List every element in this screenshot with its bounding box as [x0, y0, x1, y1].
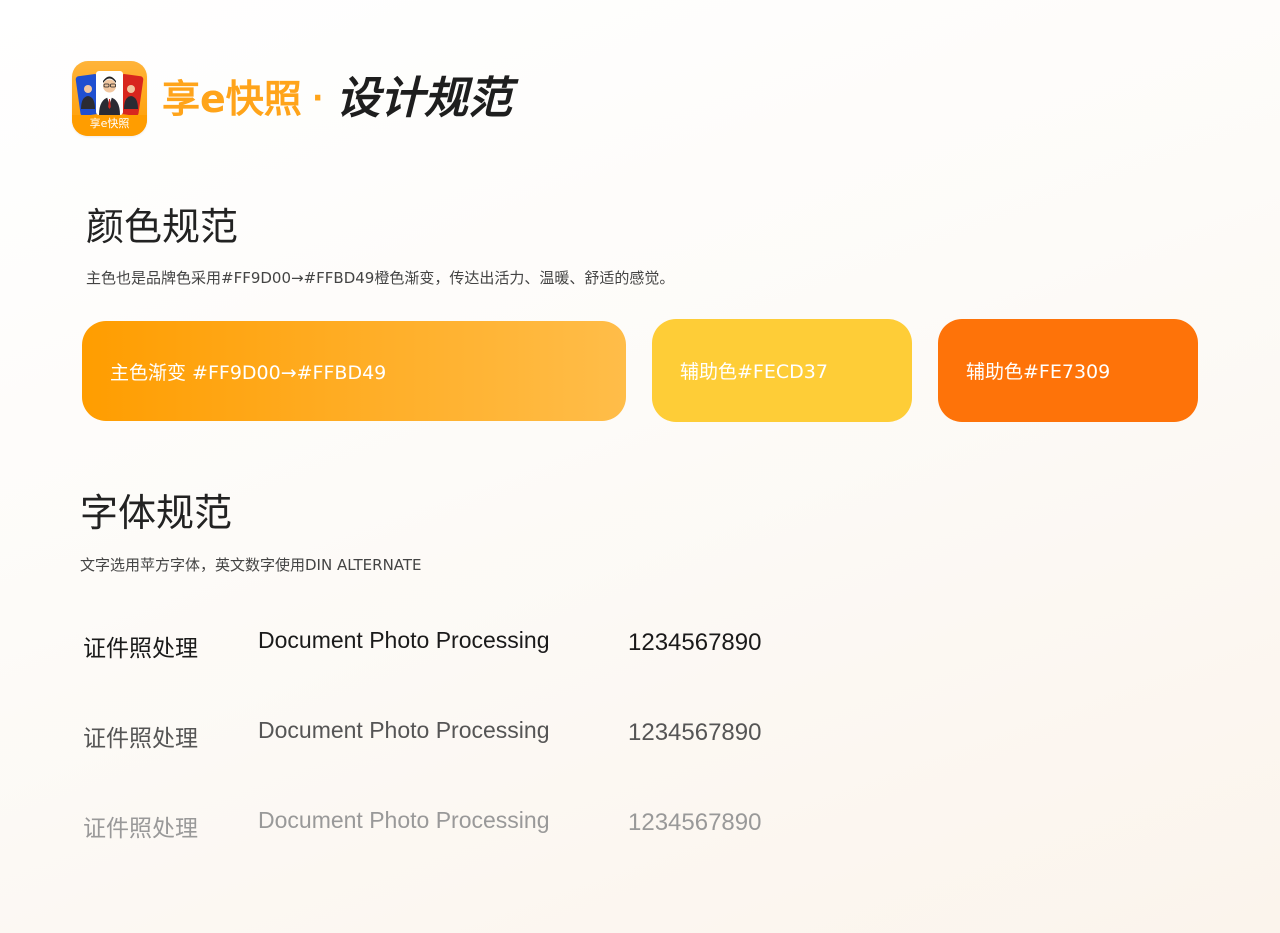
font-sample-cn: 证件照处理 — [83, 726, 198, 752]
swatch-secondary-yellow: 辅助色#FECD37 — [652, 319, 912, 422]
color-section-heading: 颜色规范 — [86, 205, 239, 249]
font-sample-num: 1234567890 — [628, 629, 762, 656]
color-section-description: 主色也是品牌色采用#FF9D00→#FFBD49橙色渐变，传达出活力、温暖、舒适… — [86, 269, 675, 287]
app-icon-label: 享e快照 — [89, 117, 130, 130]
font-sample-num: 1234567890 — [628, 809, 762, 836]
swatch-primary-label: 主色渐变 #FF9D00→#FFBD49 — [110, 361, 387, 384]
swatch-secondary-orange: 辅助色#FE7309 — [938, 319, 1198, 422]
app-icon: 享e快照 — [72, 61, 147, 136]
font-section-heading: 字体规范 — [80, 491, 233, 535]
font-sample-num: 1234567890 — [628, 719, 762, 746]
font-sample-en: Document Photo Processing — [258, 627, 550, 653]
page-title: 设计规范 — [336, 73, 512, 124]
swatch-primary-gradient: 主色渐变 #FF9D00→#FFBD49 — [82, 321, 626, 421]
font-sample-en: Document Photo Processing — [258, 717, 550, 743]
font-sample-cn: 证件照处理 — [83, 636, 198, 662]
swatch-orange-label: 辅助色#FE7309 — [966, 361, 1111, 383]
font-sample-cn: 证件照处理 — [83, 816, 198, 842]
brand-separator: · — [312, 81, 324, 116]
brand-name: 享e快照 — [162, 77, 302, 121]
font-section-description: 文字选用苹方字体，英文数字使用DIN ALTERNATE — [80, 556, 422, 574]
font-sample-en: Document Photo Processing — [258, 807, 550, 833]
swatch-yellow-label: 辅助色#FECD37 — [680, 361, 828, 383]
